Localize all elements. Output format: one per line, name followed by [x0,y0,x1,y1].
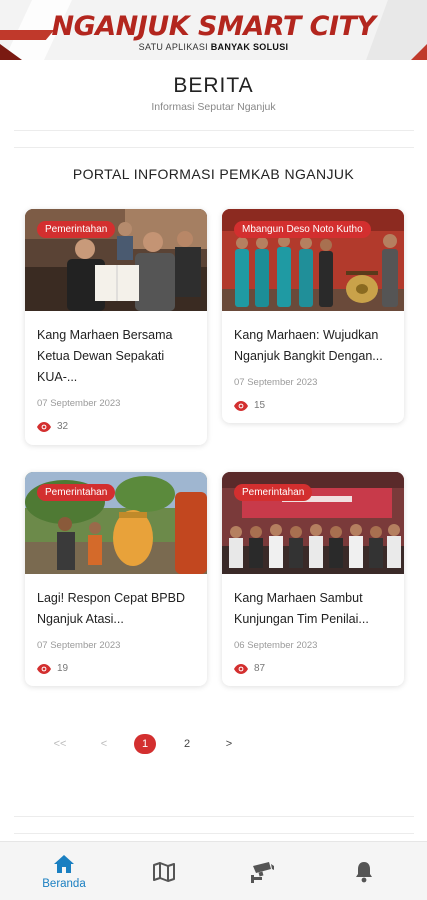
brand-tagline: SATU APLIKASI BANYAK SOLUSI [138,42,289,52]
home-icon [54,854,74,873]
pagination-next-button[interactable]: > [219,734,239,754]
view-count: 32 [37,421,195,432]
news-card[interactable]: Pemerintahan Kang Marhaen Sambut Kunjung… [222,472,404,686]
page-subtitle: Informasi Seputar Nganjuk [151,101,276,113]
category-badge: Pemerintahan [37,221,116,238]
eye-icon [234,400,248,411]
eye-icon [37,663,51,674]
divider [14,816,414,817]
news-card[interactable]: Pemerintahan Lagi! Respon Cepat BPBD Nga… [25,472,207,686]
news-date: 07 September 2023 [37,398,121,409]
category-badge: Pemerintahan [37,484,116,501]
news-title[interactable]: Kang Marhaen Bersama Ketua Dewan Sepakat… [37,325,195,388]
pagination-prev-button[interactable]: < [94,734,114,754]
pagination-page-1[interactable]: 1 [134,734,156,754]
view-count: 15 [234,400,392,411]
brand-logo-text: NGANJUK SMART CITY [51,11,376,42]
news-card[interactable]: Mbangun Deso Noto Kutho Kang Marhaen: Wu… [222,209,404,423]
news-date: 07 September 2023 [234,377,318,388]
view-count-value: 19 [57,663,69,674]
divider [14,130,414,131]
bell-icon [356,861,372,882]
cctv-icon [251,861,274,883]
news-card[interactable]: Pemerintahan Kang Marhaen Bersama Ketua … [25,209,207,445]
category-badge: Mbangun Deso Noto Kutho [234,221,371,238]
eye-icon [37,421,51,432]
view-count: 19 [37,663,195,674]
nav-item-label: Beranda [42,877,86,890]
news-date: 07 September 2023 [37,640,121,651]
view-count-value: 87 [254,663,266,674]
category-badge: Pemerintahan [234,484,313,501]
divider [14,833,414,834]
eye-icon [234,663,248,674]
news-date: 06 September 2023 [234,640,318,651]
pagination-first-button[interactable]: << [50,734,70,754]
view-count-value: 32 [57,421,69,432]
news-title[interactable]: Lagi! Respon Cepat BPBD Nganjuk Atasi... [37,588,195,630]
nav-item-beranda[interactable]: Beranda [24,842,104,900]
section-title: PORTAL INFORMASI PEMKAB NGANJUK [72,166,355,182]
nav-item-notifications[interactable] [334,842,394,900]
nav-item-cctv[interactable] [232,842,292,900]
view-count-value: 15 [254,400,266,411]
news-title[interactable]: Kang Marhaen Sambut Kunjungan Tim Penila… [234,588,392,630]
news-thumbnail: Pemerintahan [222,472,404,574]
map-icon [153,861,175,882]
news-thumbnail: Pemerintahan [25,472,207,574]
divider [14,147,414,148]
news-thumbnail: Mbangun Deso Noto Kutho [222,209,404,311]
nav-item-map[interactable] [134,842,194,900]
pagination-page-2[interactable]: 2 [177,734,197,754]
news-title[interactable]: Kang Marhaen: Wujudkan Nganjuk Bangkit D… [234,325,392,367]
view-count: 87 [234,663,392,674]
pagination: << < 1 2 > [0,734,427,754]
page-title: BERITA [173,74,254,97]
app-header: NGANJUK SMART CITY SATU APLIKASI BANYAK … [0,0,427,60]
bottom-navigation: Beranda [0,841,427,900]
news-thumbnail: Pemerintahan [25,209,207,311]
